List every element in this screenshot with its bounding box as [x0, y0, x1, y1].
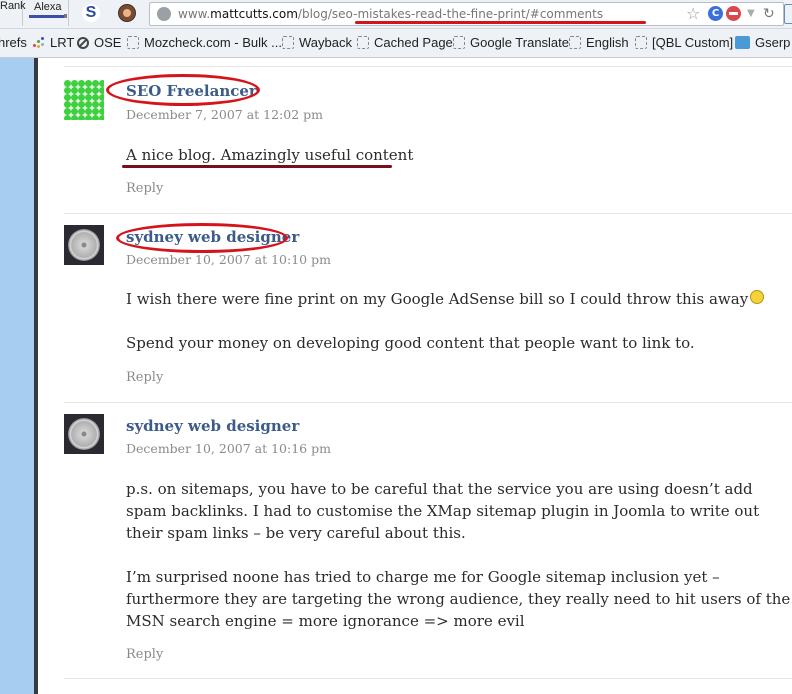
gserp-icon [735, 36, 750, 49]
ose-icon [77, 36, 89, 49]
bookmark-label: Mozcheck.com - Bulk ... [144, 35, 282, 50]
bookmark-ose[interactable]: OSE [77, 35, 121, 50]
avatar [64, 225, 104, 265]
page-left-background [0, 58, 34, 694]
folder-icon [635, 36, 647, 49]
avatar [64, 414, 104, 454]
bookmark-label: English [586, 35, 629, 50]
lrt-icon [33, 36, 45, 49]
stop-icon[interactable] [726, 6, 741, 21]
rank-extension[interactable]: Rank [0, 0, 26, 26]
alexa-extension[interactable]: Alexa [28, 0, 69, 26]
comment-divider [64, 402, 792, 403]
bookmark-gserp[interactable]: Gserp [735, 35, 790, 50]
monkey-extension-icon[interactable] [118, 4, 136, 22]
bookmark-label: Wayback [299, 35, 352, 50]
bookmark-qbl-custom[interactable]: [QBL Custom] [635, 35, 733, 50]
g-extension-icon[interactable]: C [708, 6, 723, 21]
comment-divider [64, 66, 792, 67]
globe-icon [157, 7, 171, 21]
comment-paragraph: Spend your money on developing good cont… [126, 334, 695, 352]
extension-button-edge[interactable] [784, 4, 792, 24]
s-extension-icon[interactable]: S [82, 4, 100, 22]
folder-icon [357, 36, 369, 49]
reply-link[interactable]: Reply [126, 647, 163, 662]
comment-paragraph: p.s. on sitemaps, you have to be careful… [126, 480, 760, 542]
body-annotation-underline [122, 165, 392, 168]
comment-body: p.s. on sitemaps, you have to be careful… [126, 478, 791, 632]
bookmark-label: hrefs [0, 35, 27, 50]
comment-divider [64, 678, 792, 679]
bookmark-google-translate[interactable]: Google Translate [453, 35, 569, 50]
bookmark-label: Google Translate [470, 35, 570, 50]
url-path: /blog/seo-mistakes-read-the-fine-print/#… [297, 7, 604, 21]
bookmark-hrefs[interactable]: hrefs [0, 35, 27, 50]
comment-body: A nice blog. Amazingly useful content [126, 144, 791, 166]
folder-icon [569, 36, 581, 49]
alexa-label: Alexa [34, 1, 62, 13]
bookmark-label: OSE [94, 35, 122, 50]
comment-paragraph: I wish there were fine print on my Googl… [126, 288, 791, 310]
bookmark-wayback[interactable]: Wayback [282, 35, 352, 50]
browser-toolbar: Rank Alexa S www.mattcutts.com/blog/seo-… [0, 0, 792, 29]
bookmark-lrt[interactable]: LRT [33, 35, 74, 50]
alexa-rank-bar [29, 14, 67, 18]
comment-author-link[interactable]: sydney web designer [126, 417, 299, 435]
comment-divider [64, 213, 792, 214]
comment-paragraph: I’m surprised noone has tried to charge … [126, 568, 791, 630]
bookmark-cached-page[interactable]: Cached Page [357, 35, 453, 50]
bookmark-mozcheck[interactable]: Mozcheck.com - Bulk ... [127, 35, 282, 50]
folder-icon [282, 36, 294, 49]
author-annotation-circle [116, 223, 288, 253]
author-annotation-circle [106, 74, 260, 106]
reload-icon[interactable]: ↻ [763, 3, 775, 25]
reply-link[interactable]: Reply [126, 370, 163, 385]
comment-date[interactable]: December 10, 2007 at 10:16 pm [126, 441, 331, 456]
folder-icon [127, 36, 139, 49]
avatar [64, 80, 104, 120]
bookmark-label: Gserp [755, 35, 791, 50]
bookmark-label: Cached Page [374, 35, 453, 50]
comment-date[interactable]: December 10, 2007 at 10:10 pm [126, 252, 331, 267]
paragraph-text: I wish there were fine print on my Googl… [126, 290, 749, 308]
comments-section: SEO Freelancer December 7, 2007 at 12:02… [38, 58, 792, 694]
bookmark-star-icon[interactable]: ☆ [686, 3, 700, 25]
bookmarks-bar: hrefs LRT OSE Mozcheck.com - Bulk ... Wa… [0, 29, 792, 58]
url-domain: mattcutts.com [210, 7, 298, 21]
url-prefix: www. [178, 7, 211, 21]
reply-link[interactable]: Reply [126, 181, 163, 196]
dropdown-arrow-icon[interactable]: ▼ [747, 3, 755, 25]
url-annotation-underline [355, 21, 646, 24]
bookmark-english[interactable]: English [569, 35, 629, 50]
comment-date[interactable]: December 7, 2007 at 12:02 pm [126, 107, 323, 122]
comment-body: I wish there were fine print on my Googl… [126, 288, 791, 354]
bookmark-label: LRT [50, 35, 75, 50]
rank-label: Rank [0, 0, 26, 12]
folder-icon [453, 36, 465, 49]
address-bar[interactable]: www.mattcutts.com/blog/seo-mistakes-read… [149, 2, 784, 26]
bookmark-label: [QBL Custom] [652, 35, 734, 50]
wink-smiley-icon [750, 290, 765, 304]
comment-paragraph: A nice blog. Amazingly useful content [126, 146, 414, 164]
